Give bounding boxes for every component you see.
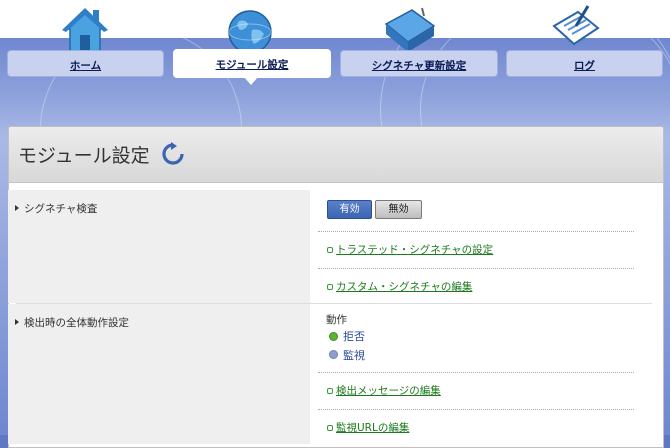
- signature-disable-button[interactable]: 無効: [375, 200, 422, 219]
- signature-enable-button[interactable]: 有効: [327, 200, 372, 219]
- action-heading: 動作: [326, 314, 347, 326]
- refresh-icon[interactable]: [161, 142, 185, 166]
- page-title: モジュール設定: [18, 145, 150, 167]
- active-tab-pointer: [244, 77, 258, 85]
- link-icon: [327, 425, 333, 431]
- bullet-icon: [15, 205, 19, 211]
- binder-icon: [384, 7, 436, 52]
- divider: [318, 268, 634, 269]
- clipboard-icon: [552, 5, 600, 46]
- trusted-signature-link[interactable]: トラステッド・シグネチャの設定: [327, 242, 493, 257]
- divider: [318, 372, 634, 373]
- tab-module-settings[interactable]: モジュール設定: [173, 49, 331, 78]
- house-icon: [62, 8, 108, 52]
- radio-reject-label[interactable]: 拒否: [343, 328, 365, 344]
- radio-reject[interactable]: [329, 332, 338, 341]
- signature-check-label-cell: シグネチャ検査: [8, 190, 310, 303]
- signature-check-label: シグネチャ検査: [24, 203, 98, 215]
- radio-monitor[interactable]: [329, 350, 338, 359]
- link-icon: [327, 284, 333, 290]
- custom-signature-link[interactable]: カスタム・シグネチャの編集: [327, 279, 472, 294]
- divider: [318, 231, 634, 232]
- tab-home[interactable]: ホーム: [7, 50, 164, 77]
- tab-signature-update[interactable]: シグネチャ更新設定: [340, 50, 498, 77]
- detection-action-label-cell: 検出時の全体動作設定: [8, 304, 310, 444]
- detection-action-label: 検出時の全体動作設定: [24, 317, 129, 329]
- link-icon: [327, 247, 333, 253]
- monitor-url-link[interactable]: 監視URLの編集: [327, 420, 409, 435]
- detection-message-link[interactable]: 検出メッセージの編集: [327, 383, 441, 398]
- panel-header: モジュール設定: [9, 127, 663, 183]
- radio-monitor-label[interactable]: 監視: [343, 347, 365, 363]
- tab-log[interactable]: ログ: [506, 50, 663, 77]
- bullet-icon: [15, 319, 19, 325]
- link-icon: [327, 388, 333, 394]
- divider: [318, 409, 634, 410]
